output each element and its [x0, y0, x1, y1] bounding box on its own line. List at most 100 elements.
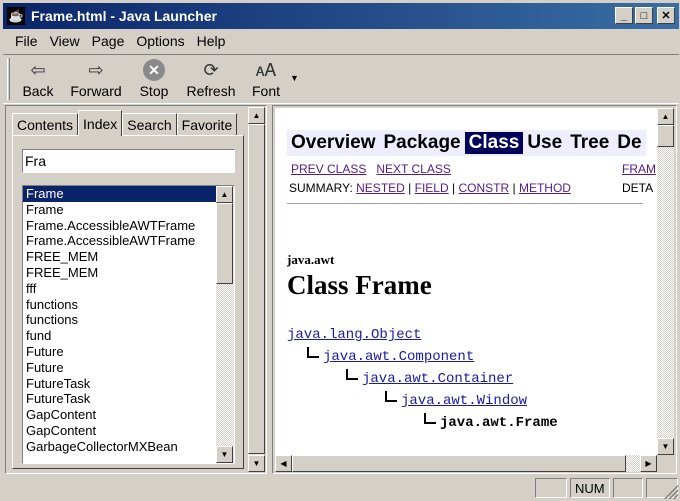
- tab-favorite[interactable]: Favorite: [176, 113, 238, 135]
- tree-elbow-icon: [385, 391, 397, 402]
- index-list-item[interactable]: Frame.AccessibleAWTFrame: [23, 233, 216, 249]
- document-content: Overview Package Class Use Tree De PREV …: [275, 108, 657, 455]
- nav-tree[interactable]: Tree: [566, 132, 613, 154]
- index-list-item[interactable]: FutureTask: [23, 376, 216, 392]
- stop-icon: ✕: [143, 59, 165, 81]
- menu-file[interactable]: File: [9, 33, 44, 49]
- num-lock-indicator: NUM: [570, 478, 610, 498]
- index-list-item[interactable]: functions: [23, 297, 216, 313]
- tab-index[interactable]: Index: [78, 110, 123, 136]
- forward-arrow-icon: ⇨: [88, 60, 104, 80]
- close-button[interactable]: ✕: [657, 7, 675, 24]
- hierarchy-item[interactable]: java.awt.Component: [307, 346, 474, 368]
- tree-elbow-icon: [346, 369, 358, 380]
- menu-bar: File View Page Options Help: [3, 30, 679, 52]
- frames-link[interactable]: FRAM: [622, 162, 656, 176]
- summary-method-link[interactable]: METHOD: [519, 181, 571, 195]
- minimize-icon: _: [620, 9, 628, 22]
- window-controls: _ □ ✕: [615, 7, 675, 24]
- index-list-item[interactable]: Future: [23, 360, 216, 376]
- index-list-item[interactable]: functions: [23, 312, 216, 328]
- resize-grip-icon[interactable]: [664, 485, 678, 499]
- index-list-item[interactable]: FREE_MEM: [23, 249, 216, 265]
- stop-button[interactable]: ✕ Stop: [132, 55, 176, 101]
- font-dropdown-icon[interactable]: ▼: [290, 73, 299, 83]
- menu-options[interactable]: Options: [130, 33, 190, 49]
- index-list-item[interactable]: GapContent: [23, 423, 216, 439]
- minimize-button[interactable]: _: [615, 7, 633, 24]
- index-list-item[interactable]: Future: [23, 344, 216, 360]
- java-launcher-window: ☕ Frame.html - Java Launcher _ □ ✕ File …: [0, 0, 680, 501]
- menu-view[interactable]: View: [44, 33, 86, 49]
- toolbar-grip[interactable]: [7, 58, 10, 100]
- index-list-item[interactable]: Frame: [23, 186, 216, 202]
- window-title: Frame.html - Java Launcher: [31, 8, 217, 24]
- scroll-right-icon[interactable]: ▶: [640, 455, 657, 472]
- status-bar: NUM: [3, 476, 679, 500]
- nav-package[interactable]: Package: [380, 132, 465, 154]
- scroll-up-icon[interactable]: ▲: [248, 107, 265, 124]
- hierarchy-item[interactable]: java.awt.Window: [385, 390, 527, 412]
- back-label: Back: [22, 83, 54, 99]
- hierarchy-item[interactable]: java.lang.Object: [287, 324, 421, 346]
- document-pane: Overview Package Class Use Tree De PREV …: [272, 105, 677, 474]
- scroll-down-icon[interactable]: ▼: [216, 446, 233, 463]
- scroll-thumb[interactable]: [292, 455, 626, 472]
- scroll-up-icon[interactable]: ▲: [216, 186, 233, 203]
- scroll-down-icon[interactable]: ▼: [657, 438, 674, 455]
- scroll-thumb[interactable]: [216, 203, 233, 284]
- maximize-button[interactable]: □: [635, 7, 653, 24]
- class-subnav: PREV CLASS NEXT CLASS: [291, 162, 451, 176]
- summary-row: SUMMARY: NESTED | FIELD | CONSTR | METHO…: [289, 181, 571, 195]
- document-hscrollbar[interactable]: ◀ ▶: [275, 455, 657, 472]
- nav-deprecated[interactable]: De: [613, 132, 645, 154]
- document-vscrollbar[interactable]: ▲ ▼: [657, 108, 674, 455]
- index-list-item[interactable]: FREE_MEM: [23, 265, 216, 281]
- nav-use[interactable]: Use: [523, 132, 566, 154]
- scroll-down-icon[interactable]: ▼: [248, 455, 265, 472]
- index-list-item[interactable]: GarbageCollectorMXBean: [23, 439, 216, 455]
- summary-nested-link[interactable]: NESTED: [356, 181, 405, 195]
- index-list-item[interactable]: fund: [23, 328, 216, 344]
- menu-page[interactable]: Page: [86, 33, 131, 49]
- hierarchy-item[interactable]: java.awt.Container: [346, 368, 513, 390]
- detail-label: DETA: [622, 181, 654, 195]
- index-list[interactable]: Frame Frame Frame.AccessibleAWTFrame Frame.…: [22, 185, 235, 464]
- index-list-item[interactable]: FutureTask: [23, 391, 216, 407]
- title-bar[interactable]: ☕ Frame.html - Java Launcher _ □ ✕: [3, 3, 679, 29]
- index-list-scrollbar[interactable]: ▲ ▼: [216, 186, 234, 463]
- refresh-button[interactable]: ⟳ Refresh: [184, 55, 238, 101]
- status-panel: [535, 478, 567, 498]
- index-list-item[interactable]: Frame: [23, 202, 216, 218]
- font-button[interactable]: 🗚 Font: [246, 55, 286, 101]
- maximize-icon: □: [640, 9, 648, 22]
- summary-constr-link[interactable]: CONSTR: [458, 181, 509, 195]
- index-search-input[interactable]: [22, 149, 235, 173]
- summary-label: SUMMARY:: [289, 181, 353, 195]
- java-icon: ☕: [7, 7, 25, 25]
- font-icon: 🗚: [255, 60, 277, 80]
- prev-class-link[interactable]: PREV CLASS: [291, 162, 366, 176]
- index-items: Frame Frame Frame.AccessibleAWTFrame Frame.…: [23, 186, 216, 455]
- index-list-item[interactable]: fff: [23, 281, 216, 297]
- left-pane-scrollbar[interactable]: ▲ ▼: [248, 107, 265, 472]
- scroll-left-icon[interactable]: ◀: [275, 455, 292, 472]
- scroll-thumb[interactable]: [657, 125, 674, 147]
- menu-help[interactable]: Help: [191, 33, 232, 49]
- index-list-item[interactable]: Frame.AccessibleAWTFrame: [23, 218, 216, 234]
- tree-elbow-icon: [424, 413, 436, 424]
- tab-search[interactable]: Search: [122, 113, 177, 135]
- next-class-link[interactable]: NEXT CLASS: [376, 162, 450, 176]
- stop-label: Stop: [139, 83, 169, 99]
- forward-button[interactable]: ⇨ Forward: [68, 55, 124, 101]
- index-list-item[interactable]: GapContent: [23, 407, 216, 423]
- scroll-up-icon[interactable]: ▲: [657, 108, 674, 125]
- nav-overview[interactable]: Overview: [287, 132, 380, 154]
- refresh-icon: ⟳: [203, 60, 219, 80]
- tab-contents[interactable]: Contents: [12, 113, 79, 135]
- forward-label: Forward: [70, 83, 122, 99]
- summary-field-link[interactable]: FIELD: [415, 181, 449, 195]
- scroll-thumb[interactable]: [248, 124, 265, 454]
- nav-tabs: Contents Index Search Favorite: [12, 110, 238, 136]
- back-button[interactable]: ⇦ Back: [16, 55, 60, 101]
